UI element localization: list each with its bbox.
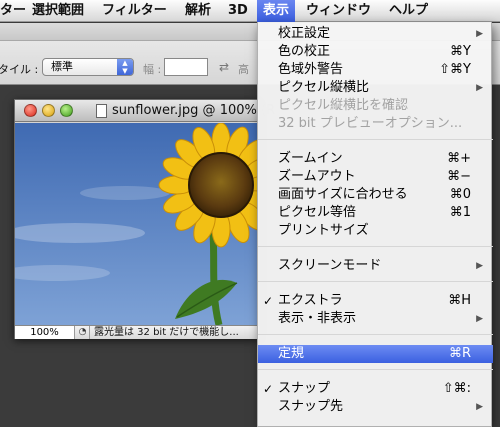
document-window: sunflower.jpg @ 100% (R 100% ◔ 露光量は 32 b… — [14, 99, 275, 339]
menubar-item-help[interactable]: ヘルプ — [383, 0, 434, 22]
menu-item-label: 定規 — [278, 346, 305, 361]
menu-item-label: 色域外警告 — [278, 62, 344, 77]
menu-item-shortcut: ⌘+ — [447, 151, 471, 166]
style-label: タイル : — [0, 63, 39, 76]
menubar-item-filter[interactable]: フィルター — [96, 0, 173, 22]
document-status-bar: 100% ◔ 露光量は 32 bit だけで機能し... — [15, 325, 259, 339]
style-select-value: 標準 — [51, 60, 73, 73]
status-message: 露光量は 32 bit だけで機能し... — [94, 327, 239, 338]
image-canvas[interactable] — [15, 123, 259, 325]
menubar-item-select[interactable]: 選択範囲 — [26, 0, 90, 22]
menu-item-label: ピクセル縦横比 — [278, 80, 370, 95]
submenu-arrow-icon: ▶ — [476, 29, 483, 39]
menu-item-zoom-out[interactable]: ズームアウト ⌘− — [258, 168, 493, 186]
menu-item-extras[interactable]: ✓ エクストラ ⌘H — [258, 292, 493, 310]
height-label: 高 — [238, 63, 249, 76]
menu-item-rulers[interactable]: 定規 ⌘R — [258, 345, 493, 363]
width-label: 幅 : — [143, 63, 162, 76]
submenu-arrow-icon: ▶ — [476, 314, 483, 324]
document-title-bar[interactable]: sunflower.jpg @ 100% (R — [15, 100, 275, 122]
menu-separator — [258, 246, 493, 247]
menu-separator — [258, 139, 493, 140]
submenu-arrow-icon: ▶ — [476, 261, 483, 271]
width-input[interactable] — [164, 58, 208, 76]
menu-item-screen-mode[interactable]: スクリーンモード ▶ — [258, 257, 493, 275]
checkmark-icon: ✓ — [263, 294, 274, 308]
menubar-item-window[interactable]: ウィンドウ — [300, 0, 377, 22]
menu-item-gamut-warning[interactable]: 色域外警告 ⇧⌘Y — [258, 61, 493, 79]
document-icon — [96, 104, 107, 118]
swap-icon[interactable]: ⇄ — [219, 60, 229, 74]
close-button[interactable] — [24, 104, 37, 117]
menu-item-shortcut: ⇧⌘Y — [439, 62, 471, 77]
menu-item-print-size[interactable]: プリントサイズ — [258, 222, 493, 240]
submenu-arrow-icon: ▶ — [476, 83, 483, 93]
menu-item-label: エクストラ — [278, 293, 343, 308]
menu-item-shortcut: ⌘R — [448, 346, 471, 361]
menu-item-shortcut: ⌘H — [448, 293, 471, 308]
menu-item-shortcut: ⌘0 — [449, 187, 471, 202]
checkmark-icon: ✓ — [263, 382, 274, 396]
select-arrows-icon: ▲ ▼ — [117, 59, 133, 75]
menu-item-show[interactable]: 表示・非表示 ▶ — [258, 310, 493, 328]
menu-item-label: 32 bit プレビューオプション... — [278, 116, 463, 131]
menu-item-32bit-preview-options: 32 bit プレビューオプション... — [258, 115, 493, 133]
menu-item-snap[interactable]: ✓ スナップ ⇧⌘: — [258, 380, 493, 398]
document-title: sunflower.jpg @ 100% (R — [112, 103, 276, 118]
menu-item-actual-pixels[interactable]: ピクセル等倍 ⌘1 — [258, 204, 493, 222]
menu-item-shortcut: ⌘− — [447, 169, 471, 184]
menu-item-label: 表示・非表示 — [278, 311, 357, 326]
menu-separator — [258, 281, 493, 282]
menu-item-label: スクリーンモード — [278, 258, 382, 273]
menu-item-label: ピクセル等倍 — [278, 205, 357, 220]
menubar-item-analysis[interactable]: 解析 — [179, 0, 217, 22]
menubar-item-view[interactable]: 表示 — [257, 0, 296, 22]
menu-item-proof-colors[interactable]: 色の校正 ⌘Y — [258, 43, 493, 61]
sunflower-image — [15, 123, 259, 325]
style-select[interactable]: 標準 ▲ ▼ — [42, 58, 134, 76]
zoom-level-field[interactable]: 100% — [15, 326, 75, 339]
menubar-item-3d[interactable]: 3D — [222, 0, 254, 22]
menu-item-label: 画面サイズに合わせる — [278, 187, 408, 202]
minimize-button[interactable] — [42, 104, 55, 117]
menu-item-shortcut: ⌘Y — [450, 44, 471, 59]
menu-item-snap-to[interactable]: スナップ先 ▶ — [258, 398, 493, 416]
menu-item-shortcut: ⇧⌘: — [442, 381, 471, 396]
menu-item-shortcut: ⌘1 — [449, 205, 471, 220]
menu-item-zoom-in[interactable]: ズームイン ⌘+ — [258, 150, 493, 168]
view-menu: 校正設定 ▶ 色の校正 ⌘Y 色域外警告 ⇧⌘Y ピクセル縦横比 ▶ ピクセル縦横比を確認 32 … — [257, 22, 493, 427]
menu-item-label: スナップ先 — [278, 399, 344, 414]
menu-separator — [258, 369, 493, 370]
menu-item-proof-setup[interactable]: 校正設定 ▶ — [258, 25, 493, 43]
menu-item-pixel-aspect-correction: ピクセル縦横比を確認 — [258, 97, 493, 115]
menu-item-label: 校正設定 — [278, 26, 331, 41]
menu-separator — [258, 334, 493, 335]
menu-item-pixel-aspect-ratio[interactable]: ピクセル縦横比 ▶ — [258, 79, 493, 97]
menu-bar: ター 選択範囲 フィルター 解析 3D 表示 ウィンドウ ヘルプ — [0, 0, 500, 22]
menu-item-fit-on-screen[interactable]: 画面サイズに合わせる ⌘0 — [258, 186, 493, 204]
menu-item-label: ズームイン — [278, 151, 343, 166]
menu-item-label: 色の校正 — [278, 44, 331, 59]
submenu-arrow-icon: ▶ — [476, 402, 483, 412]
menu-item-label: ピクセル縦横比を確認 — [278, 98, 409, 113]
menu-item-label: スナップ — [278, 381, 331, 396]
zoom-button[interactable] — [60, 104, 73, 117]
menu-item-label: ズームアウト — [278, 169, 356, 184]
menu-item-label: プリントサイズ — [278, 223, 369, 238]
status-menu-icon[interactable]: ◔ — [76, 326, 90, 339]
